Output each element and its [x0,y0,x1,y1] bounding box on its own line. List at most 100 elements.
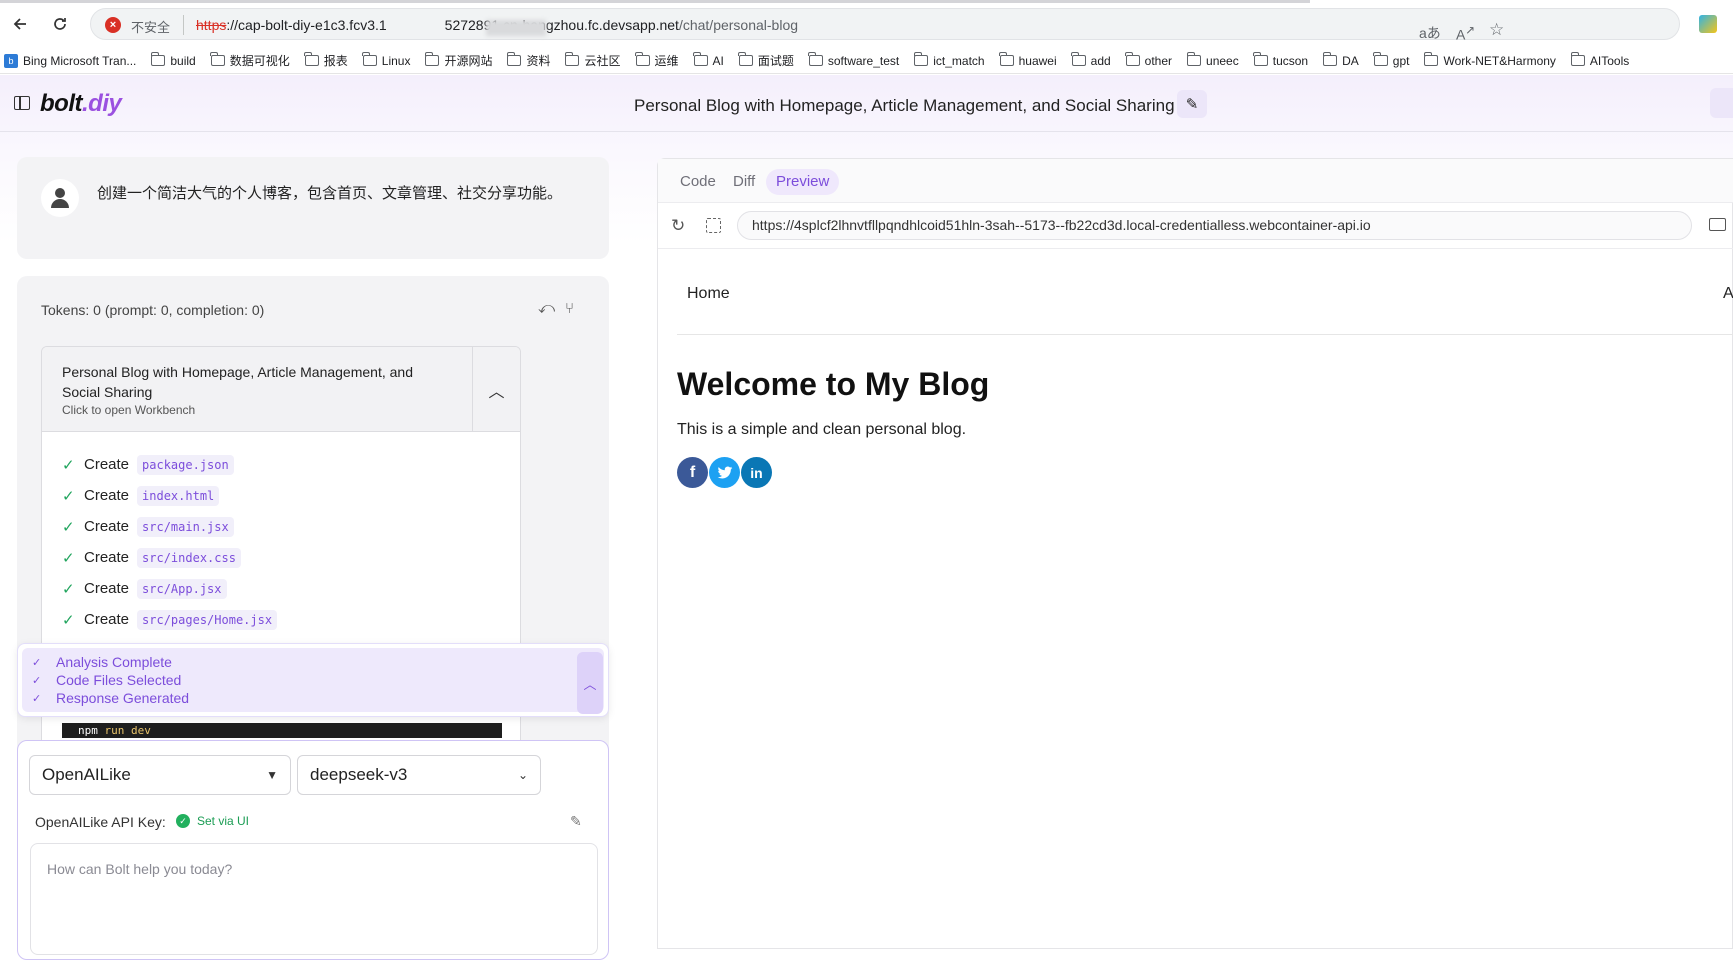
file-path[interactable]: src/index.css [137,547,241,568]
bookmark-item[interactable]: software_test [808,52,899,68]
app-header: bolt.diy Personal Blog with Homepage, Ar… [0,75,1733,132]
bolt-app: bolt.diy Personal Blog with Homepage, Ar… [0,75,1733,960]
bookmark-item[interactable]: tucson [1253,52,1308,68]
progress-collapse-button[interactable]: ︿ [577,652,603,714]
reload-button[interactable] [48,12,72,36]
url-host-prefix: ://cap-bolt-diy-e1c3.fcv3.1 [226,17,387,33]
terminal-command: npm run dev [62,723,502,738]
translate-icon[interactable]: aあ [1419,23,1441,43]
folder-icon [1125,52,1140,66]
api-key-status-text: Set via UI [197,814,250,828]
file-path[interactable]: src/main.jsx [137,516,234,537]
bookmark-item[interactable]: other [1125,52,1172,68]
file-path[interactable]: index.html [137,485,220,506]
bookmark-item[interactable]: AI [693,52,724,68]
artifact-title: Personal Blog with Homepage, Article Man… [62,364,413,400]
progress-label: Code Files Selected [56,672,182,688]
bookmark-label: 云社区 [584,54,621,68]
bookmark-label: AITools [1589,53,1630,68]
bookmark-item[interactable]: 开源网站 [425,52,492,69]
linkedin-icon[interactable]: in [741,457,772,488]
bookmark-label: huawei [1018,53,1057,68]
progress-label: Response Generated [56,690,190,706]
bookmark-item[interactable]: Linux [362,52,410,68]
nav-link-articles[interactable]: Arti [1723,285,1733,303]
tab-diff[interactable]: Diff [723,169,765,195]
bookmarks-bar: b Bing Microsoft Tran... build 数据可视化 报表 Linux… [0,48,1733,74]
edit-title-button[interactable]: ✎ [1177,90,1207,118]
bookmark-item[interactable]: b Bing Microsoft Tran... [4,53,136,68]
bookmark-item[interactable]: add [1071,52,1111,68]
model-value: deepseek-v3 [310,765,408,784]
bookmark-item[interactable]: AITools [1570,52,1630,68]
provider-select[interactable]: OpenAILike ▼ [29,755,291,795]
bookmark-item[interactable]: 数据可视化 [210,52,290,69]
edit-api-key-icon[interactable]: ✎ [570,813,582,830]
prompt-textarea[interactable]: How can Bolt help you today? [30,843,598,955]
file-path[interactable]: package.json [137,454,234,475]
reload-icon [54,18,66,30]
tab-code[interactable]: Code [670,169,726,195]
element-select-icon[interactable] [706,218,721,233]
bookmark-item[interactable]: uneec [1186,52,1239,68]
not-secure-icon[interactable]: × [105,17,121,33]
url-divider [183,15,184,35]
bookmark-item[interactable]: 云社区 [565,52,621,69]
file-action-row: ✓ Create src/main.jsx [62,511,386,542]
sidebar-toggle-icon[interactable] [14,96,30,110]
bookmark-item[interactable]: Work-NET&Harmony [1424,52,1556,68]
chevron-down-icon: ⌄ [517,768,528,782]
url-redaction [486,20,546,36]
artifact-header[interactable]: Personal Blog with Homepage, Article Man… [42,347,520,432]
bookmark-item[interactable]: build [150,52,196,68]
workbench: Code Diff Preview ↻ https://4splcf2lhnvt… [657,158,1733,949]
folder-icon [1186,52,1202,66]
folder-icon [1424,52,1439,66]
file-action-verb: Create [84,518,130,535]
folder-icon [1570,52,1585,66]
chat-input-panel: OpenAILike ▼ deepseek-v3 ⌄ OpenAILike API … [17,740,609,960]
model-select[interactable]: deepseek-v3 ⌄ [297,755,541,795]
progress-list: ✓ Analysis Complete ✓ Code Files Selected … [22,648,604,714]
file-path[interactable]: src/pages/Home.jsx [137,609,278,630]
file-path[interactable]: src/App.jsx [137,578,227,599]
back-button[interactable] [8,12,32,36]
bookmark-item[interactable]: ict_match [913,52,985,68]
bookmark-item[interactable]: 资料 [507,52,550,69]
bookmark-item[interactable]: 运维 [635,52,679,69]
twitter-icon[interactable] [709,457,740,488]
artifact-file-list: ✓ Create package.json ✓ Create index.html ✓ C… [62,449,386,666]
bookmark-label: 数据可视化 [229,54,290,68]
file-action-row: ✓ Create src/App.jsx [62,573,386,604]
reload-preview-icon[interactable]: ↻ [671,216,685,236]
bookmark-item[interactable]: DA [1322,52,1359,68]
bookmark-label: DA [1342,53,1359,68]
rewind-icon[interactable]: ⤺ [538,300,555,318]
progress-item: ✓ Analysis Complete [32,654,172,670]
logo-main: bolt [40,90,82,117]
extension-icon[interactable] [1699,15,1717,33]
header-action-button[interactable] [1710,88,1733,118]
facebook-icon[interactable]: f [677,457,708,488]
bookmark-item[interactable]: huawei [999,52,1057,68]
folder-icon [1322,52,1338,66]
bookmark-item[interactable]: 面试题 [738,52,794,69]
favorite-star-icon[interactable]: ☆ [1489,20,1504,40]
nav-link-home[interactable]: Home [687,285,730,303]
artifact-collapse-button[interactable]: ︿ [472,347,520,432]
social-share-buttons: f in [677,457,773,488]
read-aloud-icon[interactable]: A↗ [1456,23,1475,43]
bookmark-item[interactable]: gpt [1373,52,1409,68]
bolt-logo[interactable]: bolt.diy [40,90,122,118]
preview-url-input[interactable]: https://4splcf2lhnvtfllpqndhlcoid51hln-3… [737,211,1692,240]
tab-preview[interactable]: Preview [766,169,840,195]
device-mode-icon[interactable] [1709,218,1726,231]
bookmark-label: 资料 [526,54,551,68]
preview-frame: Home Arti Welcome to My Blog This is a s… [658,249,1733,949]
address-bar[interactable]: × 不安全 https://cap-bolt-diy-e1c3.fcv3.1 52… [90,8,1680,43]
bookmark-item[interactable]: 报表 [304,52,348,69]
blog-heading: Welcome to My Blog [677,366,990,402]
fork-icon[interactable]: ⑂ [565,300,574,317]
bookmark-label: 报表 [323,54,348,68]
terminal-cmd: npm [78,724,98,737]
